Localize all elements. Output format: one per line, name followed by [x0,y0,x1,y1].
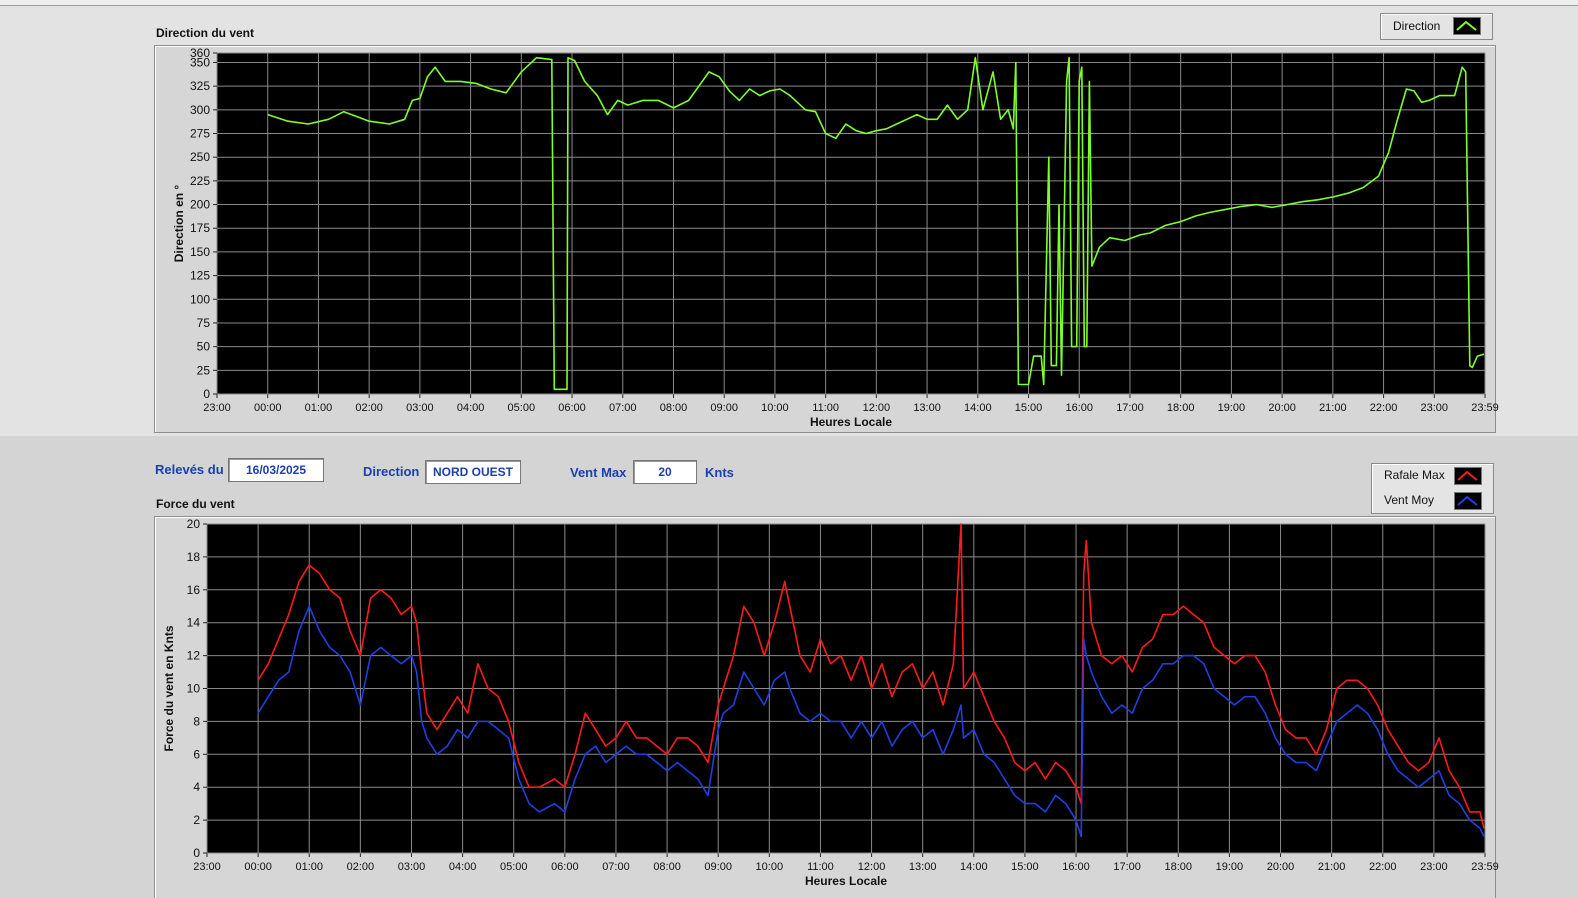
x-tick-label: 23:59 [1471,861,1499,873]
y-tick-label: 6 [193,747,200,761]
x-tick-label: 18:00 [1165,861,1193,873]
y-tick-label: 20 [187,517,201,531]
x-tick-label: 10:00 [756,861,784,873]
x-tick-label: 12:00 [858,861,886,873]
y-tick-label: 2 [193,813,200,827]
y-tick-label: 4 [193,780,200,794]
x-tick-label: 03:00 [398,861,426,873]
y-tick-label: 0 [193,846,200,860]
x-tick-label: 15:00 [1011,861,1039,873]
x-tick-label: 23:00 [1420,861,1448,873]
y-tick-label: 14 [187,616,201,630]
x-tick-label: 19:00 [1216,861,1244,873]
x-tick-label: 14:00 [960,861,988,873]
x-tick-label: 00:00 [244,861,272,873]
y-tick-label: 18 [187,550,201,564]
y-tick-label: 16 [187,583,201,597]
x-tick-label: 01:00 [295,861,323,873]
x-tick-label: 02:00 [347,861,375,873]
x-tick-label: 13:00 [909,861,937,873]
y-tick-label: 8 [193,714,200,728]
x-tick-label: 04:00 [449,861,477,873]
force-chart: 23:00 00:00 01:00 02:00 03:00 04:00 05:00 06:00… [162,517,1499,888]
x-tick-label: 23:00 [193,861,221,873]
x-tick-label: 05:00 [500,861,528,873]
x-tick-label: 16:00 [1062,861,1090,873]
x-tick-label: 06:00 [551,861,579,873]
x-tick-label: 20:00 [1267,861,1295,873]
y-axis-label: Force du vent en Knts [162,625,176,751]
y-tick-label: 10 [187,682,201,696]
y-tick-label: 12 [187,649,201,663]
x-tick-label: 08:00 [653,861,681,873]
x-tick-label: 07:00 [602,861,630,873]
x-tick-label: 21:00 [1318,861,1346,873]
x-tick-label: 17:00 [1113,861,1141,873]
x-tick-label: 11:00 [807,861,834,873]
x-tick-label: 22:00 [1369,861,1397,873]
x-tick-label: 09:00 [704,861,732,873]
x-axis-label: Heures Locale [805,874,887,888]
